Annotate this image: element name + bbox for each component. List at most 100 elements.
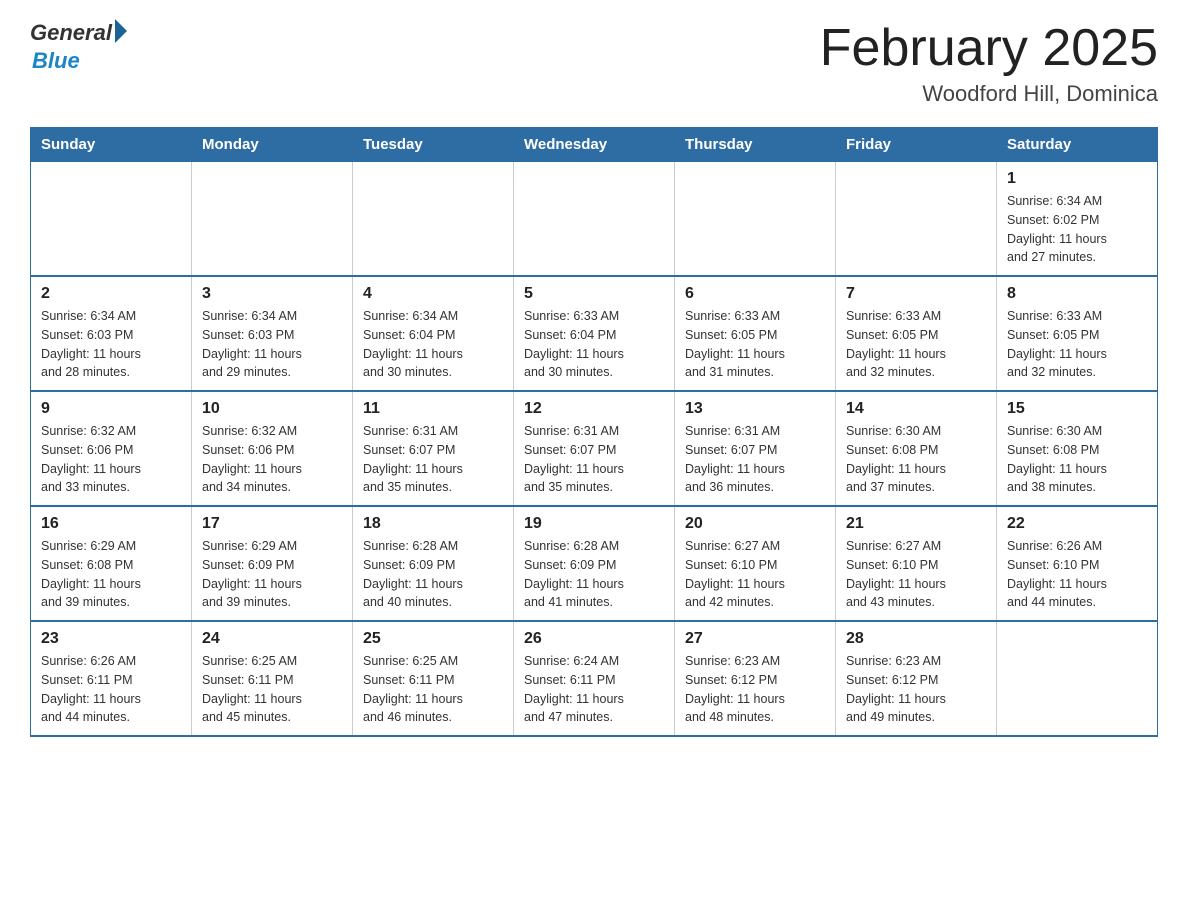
calendar-cell: 25 Sunrise: 6:25 AM Sunset: 6:11 PM Dayli… [353, 621, 514, 736]
month-title: February 2025 [820, 20, 1158, 77]
day-info: Sunrise: 6:26 AM Sunset: 6:10 PM Dayligh… [1007, 537, 1147, 612]
day-number: 2 [41, 285, 181, 303]
calendar-cell: 28 Sunrise: 6:23 AM Sunset: 6:12 PM Dayli… [836, 621, 997, 736]
day-number: 24 [202, 630, 342, 648]
day-info: Sunrise: 6:33 AM Sunset: 6:05 PM Dayligh… [846, 307, 986, 382]
day-info: Sunrise: 6:28 AM Sunset: 6:09 PM Dayligh… [363, 537, 503, 612]
day-number: 16 [41, 515, 181, 533]
day-info: Sunrise: 6:32 AM Sunset: 6:06 PM Dayligh… [41, 422, 181, 497]
calendar-cell [514, 162, 675, 277]
calendar-week-row: 16 Sunrise: 6:29 AM Sunset: 6:08 PM Dayli… [31, 506, 1158, 621]
day-number: 21 [846, 515, 986, 533]
day-number: 1 [1007, 170, 1147, 188]
day-number: 25 [363, 630, 503, 648]
logo: General Blue [30, 20, 127, 74]
day-number: 23 [41, 630, 181, 648]
day-info: Sunrise: 6:31 AM Sunset: 6:07 PM Dayligh… [685, 422, 825, 497]
day-number: 3 [202, 285, 342, 303]
calendar-cell: 19 Sunrise: 6:28 AM Sunset: 6:09 PM Dayli… [514, 506, 675, 621]
day-number: 20 [685, 515, 825, 533]
calendar-body: 1 Sunrise: 6:34 AM Sunset: 6:02 PM Daylig… [31, 162, 1158, 737]
calendar-week-row: 23Sunrise: 6:26 AM Sunset: 6:11 PM Dayli… [31, 621, 1158, 736]
day-info: Sunrise: 6:34 AM Sunset: 6:04 PM Dayligh… [363, 307, 503, 382]
calendar-table: SundayMondayTuesdayWednesdayThursdayFrid… [30, 127, 1158, 737]
day-number: 27 [685, 630, 825, 648]
weekday-header-sunday: Sunday [31, 128, 192, 162]
calendar-cell [675, 162, 836, 277]
calendar-cell: 27 Sunrise: 6:23 AM Sunset: 6:12 PM Dayli… [675, 621, 836, 736]
weekday-header-friday: Friday [836, 128, 997, 162]
day-number: 10 [202, 400, 342, 418]
calendar-cell: 18Sunrise: 6:28 AM Sunset: 6:09 PM Dayli… [353, 506, 514, 621]
calendar-cell: 9 Sunrise: 6:32 AM Sunset: 6:06 PM Daylig… [31, 391, 192, 506]
calendar-cell [31, 162, 192, 277]
calendar-header: SundayMondayTuesdayWednesdayThursdayFrid… [31, 128, 1158, 162]
calendar-cell [836, 162, 997, 277]
calendar-cell: 10 Sunrise: 6:32 AM Sunset: 6:06 PM Dayli… [192, 391, 353, 506]
calendar-cell: 16 Sunrise: 6:29 AM Sunset: 6:08 PM Dayli… [31, 506, 192, 621]
day-info: Sunrise: 6:27 AM Sunset: 6:10 PM Dayligh… [685, 537, 825, 612]
day-info: Sunrise: 6:25 AM Sunset: 6:11 PM Dayligh… [363, 652, 503, 727]
calendar-cell [353, 162, 514, 277]
calendar-cell [997, 621, 1158, 736]
day-number: 14 [846, 400, 986, 418]
calendar-cell: 4 Sunrise: 6:34 AM Sunset: 6:04 PM Daylig… [353, 276, 514, 391]
calendar-cell: 3Sunrise: 6:34 AM Sunset: 6:03 PM Daylig… [192, 276, 353, 391]
weekday-header-monday: Monday [192, 128, 353, 162]
day-info: Sunrise: 6:34 AM Sunset: 6:03 PM Dayligh… [41, 307, 181, 382]
day-info: Sunrise: 6:29 AM Sunset: 6:09 PM Dayligh… [202, 537, 342, 612]
day-number: 11 [363, 400, 503, 418]
day-number: 8 [1007, 285, 1147, 303]
day-info: Sunrise: 6:34 AM Sunset: 6:02 PM Dayligh… [1007, 192, 1147, 267]
calendar-cell: 6Sunrise: 6:33 AM Sunset: 6:05 PM Daylig… [675, 276, 836, 391]
day-number: 28 [846, 630, 986, 648]
title-block: February 2025 Woodford Hill, Dominica [820, 20, 1158, 107]
weekday-header-wednesday: Wednesday [514, 128, 675, 162]
day-number: 19 [524, 515, 664, 533]
day-info: Sunrise: 6:27 AM Sunset: 6:10 PM Dayligh… [846, 537, 986, 612]
day-number: 5 [524, 285, 664, 303]
day-info: Sunrise: 6:31 AM Sunset: 6:07 PM Dayligh… [524, 422, 664, 497]
location-title: Woodford Hill, Dominica [820, 81, 1158, 107]
weekday-header-tuesday: Tuesday [353, 128, 514, 162]
weekday-header-saturday: Saturday [997, 128, 1158, 162]
day-info: Sunrise: 6:33 AM Sunset: 6:04 PM Dayligh… [524, 307, 664, 382]
day-number: 12 [524, 400, 664, 418]
day-info: Sunrise: 6:31 AM Sunset: 6:07 PM Dayligh… [363, 422, 503, 497]
calendar-cell: 24 Sunrise: 6:25 AM Sunset: 6:11 PM Dayli… [192, 621, 353, 736]
calendar-cell: 26Sunrise: 6:24 AM Sunset: 6:11 PM Dayli… [514, 621, 675, 736]
calendar-week-row: 9 Sunrise: 6:32 AM Sunset: 6:06 PM Daylig… [31, 391, 1158, 506]
calendar-week-row: 1 Sunrise: 6:34 AM Sunset: 6:02 PM Daylig… [31, 162, 1158, 277]
calendar-cell: 2 Sunrise: 6:34 AM Sunset: 6:03 PM Daylig… [31, 276, 192, 391]
day-info: Sunrise: 6:29 AM Sunset: 6:08 PM Dayligh… [41, 537, 181, 612]
calendar-cell: 11 Sunrise: 6:31 AM Sunset: 6:07 PM Dayli… [353, 391, 514, 506]
day-number: 15 [1007, 400, 1147, 418]
day-info: Sunrise: 6:28 AM Sunset: 6:09 PM Dayligh… [524, 537, 664, 612]
day-number: 7 [846, 285, 986, 303]
day-number: 9 [41, 400, 181, 418]
calendar-cell: 23Sunrise: 6:26 AM Sunset: 6:11 PM Dayli… [31, 621, 192, 736]
day-number: 26 [524, 630, 664, 648]
weekday-header-row: SundayMondayTuesdayWednesdayThursdayFrid… [31, 128, 1158, 162]
calendar-cell [192, 162, 353, 277]
day-info: Sunrise: 6:32 AM Sunset: 6:06 PM Dayligh… [202, 422, 342, 497]
calendar-cell: 8Sunrise: 6:33 AM Sunset: 6:05 PM Daylig… [997, 276, 1158, 391]
calendar-cell: 22 Sunrise: 6:26 AM Sunset: 6:10 PM Dayli… [997, 506, 1158, 621]
day-info: Sunrise: 6:23 AM Sunset: 6:12 PM Dayligh… [846, 652, 986, 727]
calendar-cell: 14 Sunrise: 6:30 AM Sunset: 6:08 PM Dayli… [836, 391, 997, 506]
weekday-header-thursday: Thursday [675, 128, 836, 162]
calendar-cell: 5 Sunrise: 6:33 AM Sunset: 6:04 PM Daylig… [514, 276, 675, 391]
day-info: Sunrise: 6:25 AM Sunset: 6:11 PM Dayligh… [202, 652, 342, 727]
day-info: Sunrise: 6:23 AM Sunset: 6:12 PM Dayligh… [685, 652, 825, 727]
day-info: Sunrise: 6:30 AM Sunset: 6:08 PM Dayligh… [846, 422, 986, 497]
day-info: Sunrise: 6:33 AM Sunset: 6:05 PM Dayligh… [685, 307, 825, 382]
calendar-cell: 15 Sunrise: 6:30 AM Sunset: 6:08 PM Dayli… [997, 391, 1158, 506]
calendar-week-row: 2 Sunrise: 6:34 AM Sunset: 6:03 PM Daylig… [31, 276, 1158, 391]
day-number: 4 [363, 285, 503, 303]
day-number: 13 [685, 400, 825, 418]
calendar-cell: 13 Sunrise: 6:31 AM Sunset: 6:07 PM Dayli… [675, 391, 836, 506]
day-number: 22 [1007, 515, 1147, 533]
day-info: Sunrise: 6:30 AM Sunset: 6:08 PM Dayligh… [1007, 422, 1147, 497]
day-number: 17 [202, 515, 342, 533]
logo-general-text: General [30, 20, 112, 46]
